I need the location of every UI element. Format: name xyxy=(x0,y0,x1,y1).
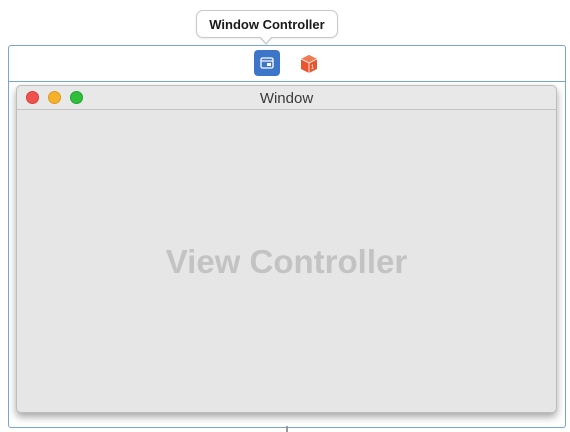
window-controller-glyph xyxy=(260,57,274,69)
first-responder-cube-icon: 1 xyxy=(300,55,318,73)
window-title: Window xyxy=(259,90,314,107)
relationship-segue-line[interactable] xyxy=(286,426,288,432)
storyboard-canvas: Window Controller 1 Window View Controll… xyxy=(0,0,570,432)
view-controller-label: View Controller xyxy=(165,243,408,280)
window-preview[interactable]: Window View Controller xyxy=(16,85,557,413)
window-controller-icon[interactable] xyxy=(254,50,280,76)
window-titlebar: Window xyxy=(17,86,556,110)
scene-dock xyxy=(8,45,566,82)
first-responder-icon[interactable]: 1 xyxy=(299,54,319,74)
tooltip-label: Window Controller xyxy=(209,16,325,32)
tooltip-arrow-fill xyxy=(260,36,272,43)
scene-title-tooltip: Window Controller xyxy=(196,10,338,38)
